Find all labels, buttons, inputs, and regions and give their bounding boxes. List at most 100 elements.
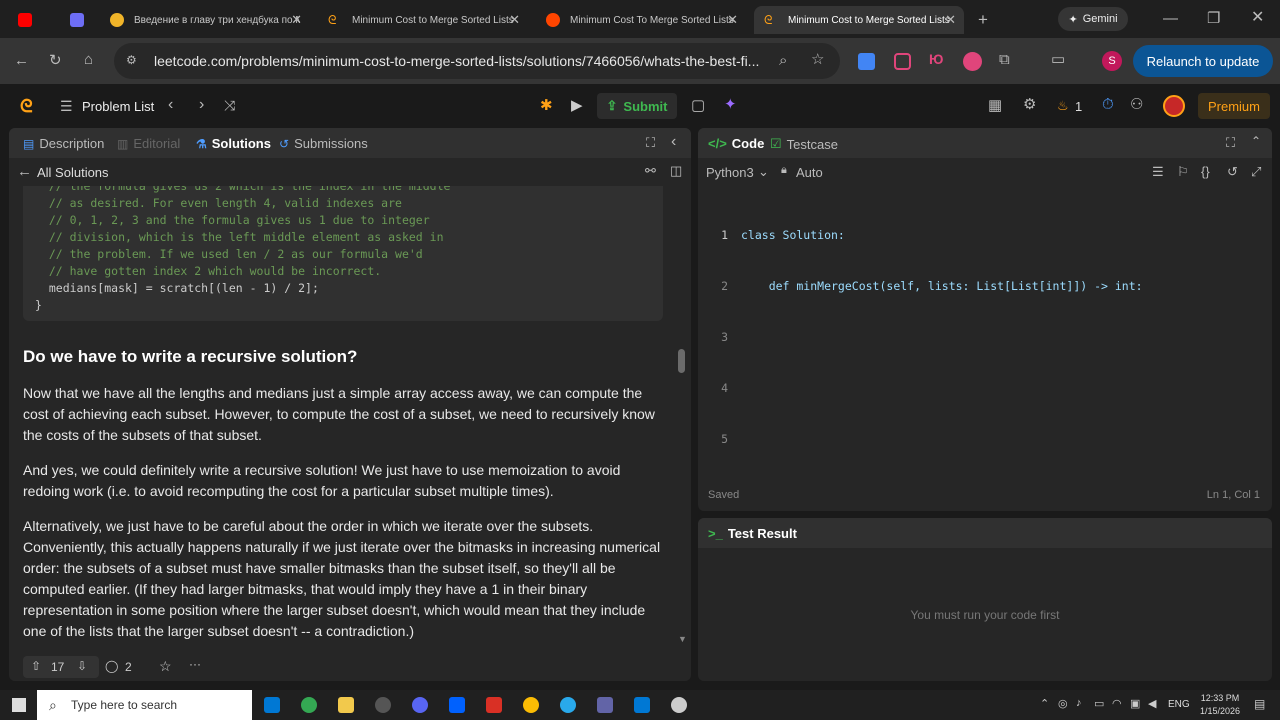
submit-button[interactable]: ⇪ Submit [597, 93, 677, 119]
tab-code[interactable]: </> Code [708, 136, 764, 151]
teams-icon[interactable] [597, 697, 613, 713]
back-arrow-icon[interactable]: ← [17, 164, 32, 179]
split-view-icon[interactable]: ◫ [670, 164, 682, 177]
bookmark-icon[interactable]: ⚐ [1177, 165, 1189, 178]
file-explorer-icon[interactable] [338, 697, 354, 713]
notifications-icon[interactable]: ▤ [1254, 697, 1265, 711]
close-window-icon[interactable]: ✕ [1251, 10, 1264, 26]
gemini-button[interactable]: ✦ Gemini [1058, 7, 1128, 31]
new-tab-icon[interactable]: + [978, 11, 988, 28]
expand-icon[interactable]: ⤢ [1251, 165, 1261, 178]
url-field[interactable]: ⚙ leetcode.com/problems/minimum-cost-to-… [114, 43, 840, 79]
next-problem-icon[interactable]: › [199, 97, 204, 113]
leetcode-logo-icon[interactable]: ᘓ [20, 96, 33, 117]
timer-icon[interactable]: ⏱ [1102, 97, 1114, 112]
obs-icon[interactable] [375, 697, 391, 713]
close-tab-icon[interactable]: ✕ [727, 12, 738, 28]
fullscreen-icon[interactable]: ⛶ [1226, 136, 1235, 149]
back-icon[interactable]: ← [14, 53, 29, 68]
browser-tab-app[interactable] [60, 6, 98, 34]
chrome-icon[interactable] [301, 697, 317, 713]
tab-search-icon[interactable]: ▭ [1051, 52, 1065, 67]
browser-tab-reddit[interactable]: Minimum Cost To Merge Sorted Lists ✕ [536, 6, 746, 34]
scrollbar-thumb[interactable] [678, 349, 685, 373]
downvote-icon[interactable]: ⇩ [77, 659, 87, 673]
user-avatar[interactable] [1163, 95, 1185, 117]
scroll-down-icon[interactable]: ▼ [678, 634, 687, 644]
relaunch-button[interactable]: Relaunch to update [1133, 45, 1273, 77]
collapse-up-icon[interactable]: ⌃ [1251, 135, 1261, 147]
shuffle-icon[interactable]: ⤨ [224, 98, 235, 112]
browser-tab-leetcode-1[interactable]: ᘓ Minimum Cost to Merge Sorted Lists ✕ [318, 6, 528, 34]
favorite-star-icon[interactable]: ☆ [159, 658, 172, 675]
adblock-extension-icon[interactable] [963, 52, 982, 71]
extensions-icon[interactable]: ⧉ [999, 52, 1010, 67]
browser-tab-youtube[interactable] [8, 6, 58, 34]
tab-test-result[interactable]: >_ Test Result [708, 526, 797, 541]
maximize-icon[interactable]: ❐ [1207, 11, 1220, 26]
format-icon[interactable]: ☰ [1152, 165, 1164, 178]
notes-icon[interactable]: ▢ [691, 98, 705, 113]
acrobat-icon[interactable] [486, 697, 502, 713]
comment-count[interactable]: 2 [125, 660, 132, 674]
prev-problem-icon[interactable]: ‹ [168, 97, 173, 113]
layout-icon[interactable]: ▦ [988, 98, 1002, 113]
pocket-extension-icon[interactable] [894, 53, 911, 70]
problem-list-link[interactable]: Problem List [82, 99, 154, 114]
run-icon[interactable]: ▶ [571, 98, 583, 113]
tab-solutions[interactable]: ⚗ Solutions [196, 136, 271, 151]
reset-icon[interactable]: ↺ [1227, 165, 1238, 178]
copilot-icon[interactable] [264, 697, 280, 713]
ai-assist-icon[interactable]: ✦ [724, 97, 737, 112]
microphone-icon[interactable]: ♪ [1076, 697, 1082, 709]
fullscreen-icon[interactable]: ⛶ [646, 136, 655, 149]
chatgpt-icon[interactable] [671, 697, 687, 713]
network-icon[interactable]: ▣ [1130, 697, 1140, 710]
mode-label[interactable]: Auto [796, 165, 823, 180]
windows-start-icon[interactable] [12, 698, 26, 712]
browser-tab-handbook[interactable]: Введение в главу три хендбука по М ✕ [100, 6, 310, 34]
clock[interactable]: 12:33 PM 1/15/2026 [1190, 692, 1250, 718]
premium-button[interactable]: Premium [1198, 93, 1270, 119]
reload-icon[interactable]: ↻ [49, 53, 62, 68]
profile-avatar[interactable]: S [1102, 51, 1122, 71]
add-friend-icon[interactable]: ⚇ [1130, 97, 1143, 112]
volume-icon[interactable]: ◀︎ [1148, 697, 1156, 710]
close-tab-icon[interactable]: ✕ [509, 12, 520, 28]
settings-gear-icon[interactable]: ⚙ [1023, 97, 1036, 112]
close-tab-icon[interactable]: ✕ [291, 12, 302, 28]
outlook-icon[interactable] [634, 697, 650, 713]
share-link-icon[interactable]: ⚯ [645, 164, 656, 177]
language-indicator[interactable]: ENG [1168, 699, 1190, 710]
minimize-icon[interactable]: — [1163, 11, 1178, 26]
battery-icon[interactable]: ▭ [1094, 697, 1104, 710]
wifi-icon[interactable]: ◠ [1112, 697, 1122, 710]
telegram-icon[interactable] [560, 697, 576, 713]
list-icon[interactable]: ☰ [60, 99, 73, 113]
tray-chevron-icon[interactable]: ⌃ [1040, 697, 1049, 710]
comment-icon[interactable]: ◯ [105, 659, 118, 673]
tray-apps-icon[interactable]: ◎ [1058, 697, 1068, 710]
yoomoney-extension-icon[interactable]: Ю [929, 51, 943, 67]
streak-count[interactable]: 1 [1075, 99, 1082, 114]
chevron-down-icon[interactable]: ⌄ [758, 164, 769, 180]
debug-icon[interactable]: ✱ [540, 98, 553, 113]
tab-submissions[interactable]: ↺ Submissions [279, 136, 368, 151]
upvote-icon[interactable]: ⇧ [31, 659, 41, 673]
collapse-icon[interactable]: ‹ [671, 134, 676, 150]
site-info-icon[interactable]: ⚙ [126, 54, 137, 66]
braces-icon[interactable]: {} [1201, 165, 1210, 178]
zoom-icon[interactable]: ⌕ [779, 53, 787, 68]
more-options-icon[interactable]: ··· [189, 657, 201, 671]
home-icon[interactable]: ⌂ [84, 52, 93, 67]
discord-icon[interactable] [412, 697, 428, 713]
all-solutions-link[interactable]: All Solutions [37, 165, 109, 180]
browser-tab-leetcode-active[interactable]: ᘓ Minimum Cost to Merge Sorted Lists ✕ [754, 6, 964, 34]
taskbar-search-field[interactable]: ⌕ Type here to search [37, 690, 252, 720]
code-editor[interactable]: class Solution: def minMergeCost(self, l… [741, 193, 1261, 482]
language-select[interactable]: Python3 [706, 165, 754, 180]
close-tab-icon[interactable]: ✕ [945, 12, 956, 28]
translate-extension-icon[interactable] [858, 53, 875, 70]
tab-testcase[interactable]: ☑ Testcase [770, 136, 838, 152]
dropbox-icon[interactable] [449, 697, 465, 713]
